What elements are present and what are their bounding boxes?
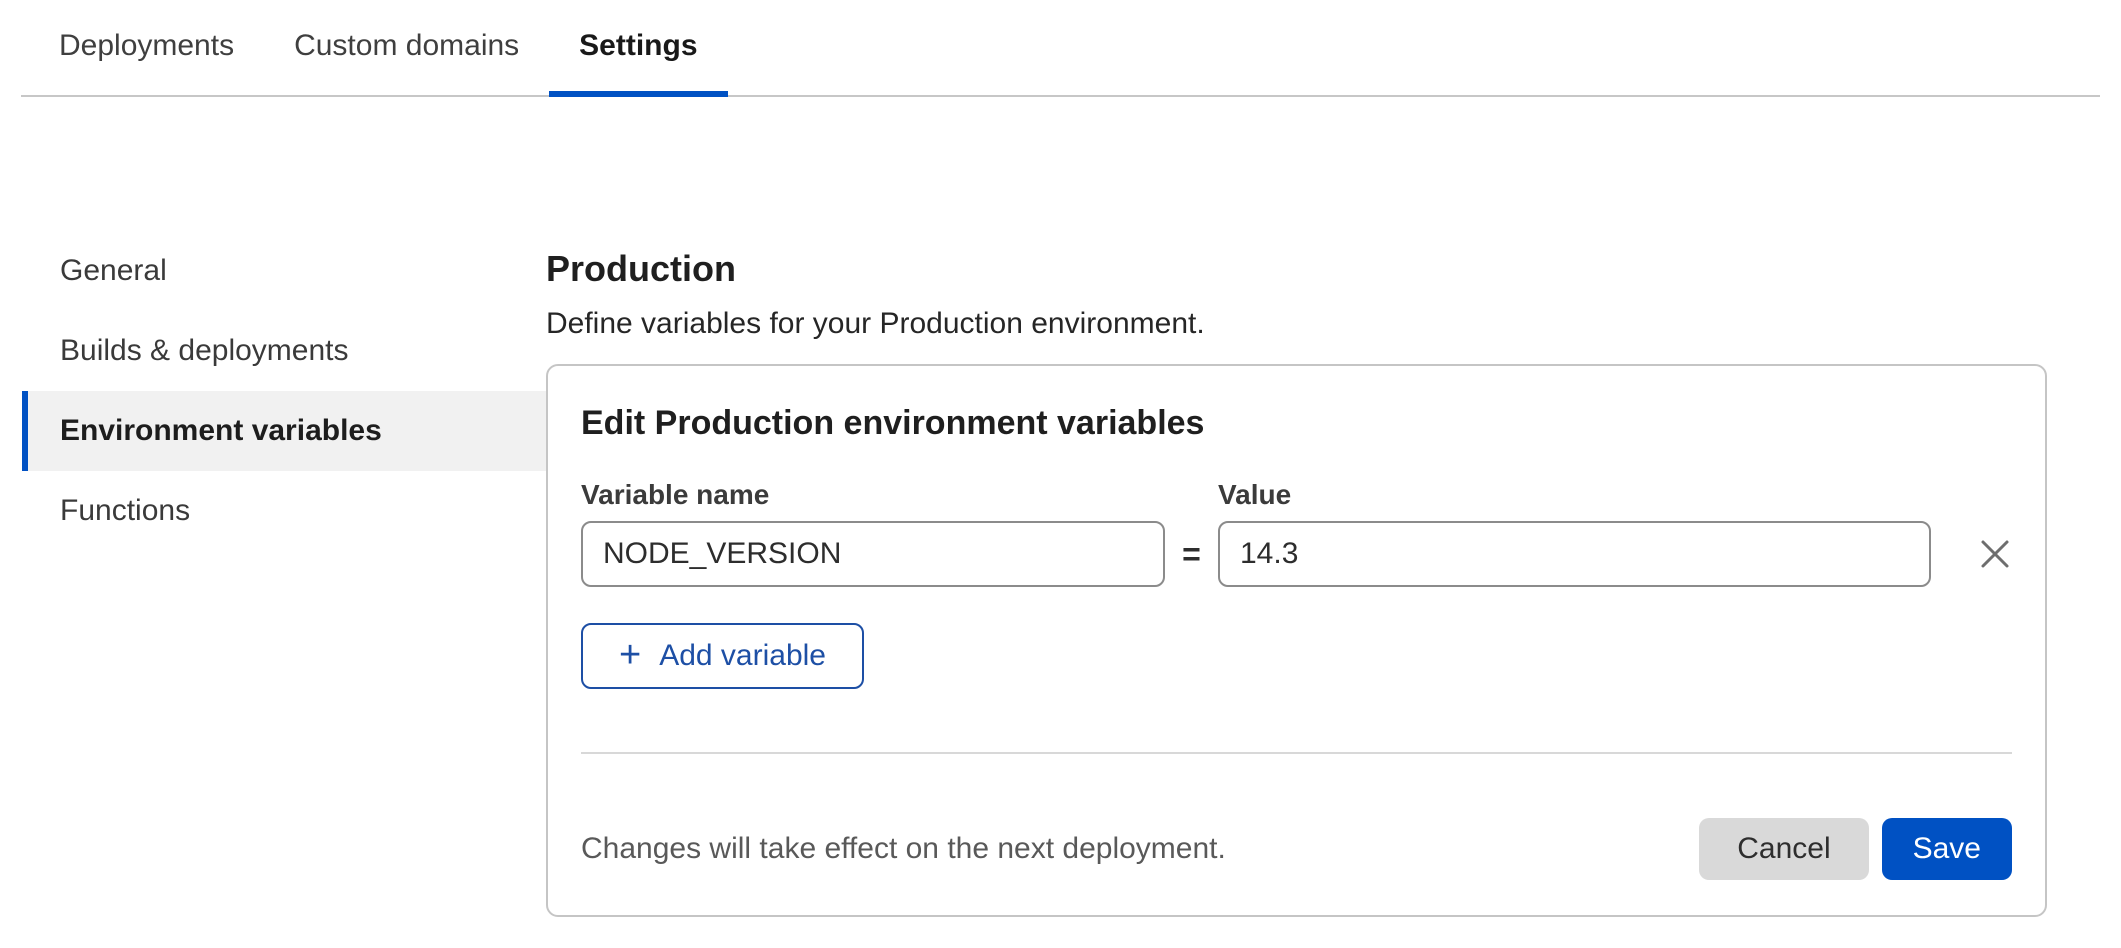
variable-name-input[interactable]	[581, 521, 1165, 587]
equals-sign: =	[1165, 521, 1218, 587]
remove-variable-button[interactable]	[1978, 521, 2012, 587]
settings-sidebar: General Builds & deployments Environment…	[0, 97, 546, 551]
card-divider	[581, 752, 2012, 754]
sidebar-item-environment-variables[interactable]: Environment variables	[22, 391, 546, 471]
sidebar-item-functions[interactable]: Functions	[22, 471, 546, 551]
add-variable-button[interactable]: + Add variable	[581, 623, 864, 689]
environment-variables-panel: Production Define variables for your Pro…	[546, 97, 2069, 917]
project-tab-bar: Deployments Custom domains Settings	[21, 0, 2100, 97]
variable-name-group: Variable name	[581, 480, 1165, 587]
tab-settings[interactable]: Settings	[549, 0, 727, 97]
x-icon	[1978, 537, 2012, 571]
cancel-button[interactable]: Cancel	[1699, 818, 1868, 880]
section-description: Define variables for your Production env…	[546, 305, 2069, 343]
section-title: Production	[546, 247, 2069, 291]
sidebar-item-general[interactable]: General	[22, 231, 546, 311]
variable-value-input[interactable]	[1218, 521, 1931, 587]
variable-value-group: Value	[1218, 480, 1931, 587]
settings-content: General Builds & deployments Environment…	[0, 97, 2121, 917]
card-title: Edit Production environment variables	[581, 402, 2012, 444]
variable-row: Variable name = Value	[581, 480, 2012, 587]
tab-custom-domains[interactable]: Custom domains	[264, 0, 549, 97]
deployment-note: Changes will take effect on the next dep…	[581, 832, 1699, 866]
plus-icon: +	[619, 636, 641, 674]
save-button[interactable]: Save	[1882, 818, 2012, 880]
add-variable-label: Add variable	[659, 639, 826, 673]
card-footer: Changes will take effect on the next dep…	[581, 818, 2012, 880]
variable-name-label: Variable name	[581, 480, 1165, 510]
variable-value-label: Value	[1218, 480, 1931, 510]
tab-deployments[interactable]: Deployments	[29, 0, 264, 97]
edit-variables-card: Edit Production environment variables Va…	[546, 364, 2047, 917]
sidebar-item-builds-deployments[interactable]: Builds & deployments	[22, 311, 546, 391]
